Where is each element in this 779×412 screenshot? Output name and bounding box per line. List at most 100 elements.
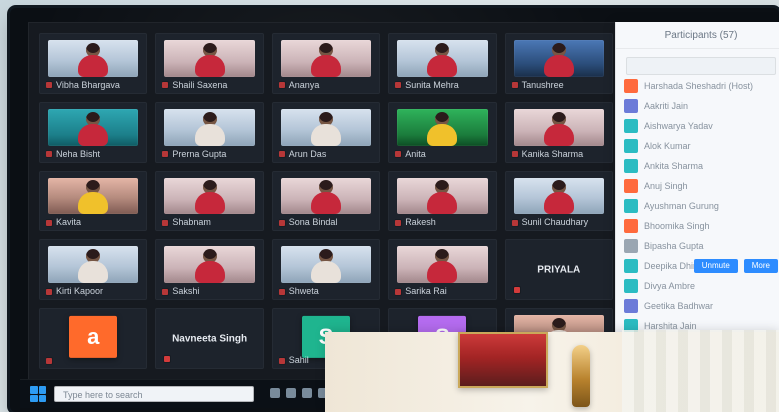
curtain [622,330,779,412]
participant-body [194,192,225,215]
participant-name-text: Sona Bindal [288,217,338,228]
participant-body [194,123,225,146]
trophy-decoration [572,345,590,407]
participant-name-text: Arun Das [288,148,327,159]
participant-name-text: Kavita [56,217,82,228]
participant-badge [624,259,638,273]
mic-muted-icon [278,288,285,295]
participant-name-text: Sahil [288,354,309,365]
participant-list-name: Anuj Singh [644,181,688,191]
video-meeting: Vibha Bhargava Shaili Saxena Ananya Sunita … [28,22,624,380]
participant-tile[interactable]: Anita [388,101,497,163]
taskbar-app-icon[interactable] [270,388,280,398]
mic-muted-icon [162,82,169,89]
mic-muted-icon [46,151,52,158]
participant-list-item[interactable]: Ankita Sharma [624,156,778,176]
participant-tile[interactable]: Vibha Bhargava [39,33,148,94]
participant-badge [624,119,638,133]
participant-name-only: PRIYALA [537,264,581,276]
participant-person [309,180,343,215]
participant-tile[interactable]: Sona Bindal [271,170,381,232]
participant-tile[interactable]: Kanika Sharma [504,101,613,163]
participant-list-item[interactable]: Aakriti Jain [624,96,778,116]
participant-person [425,42,459,77]
participant-person [76,249,110,284]
participant-body [78,54,109,77]
participant-name: Sona Bindal [278,217,373,228]
taskbar-app-icon[interactable] [286,388,296,398]
participant-list-item[interactable]: Geetika Badhwar [624,296,778,316]
participant-list-name: Aakriti Jain [644,101,689,111]
participant-tile[interactable]: Rakesh [388,170,497,232]
participant-name: Kirti Kapoor [46,286,140,296]
participant-person [76,180,110,215]
participant-name-text: Shaili Saxena [172,79,228,90]
participant-list-item[interactable]: Bipasha Gupta [624,236,778,256]
participant-tile[interactable]: Kirti Kapoor [39,239,148,301]
participant-name-text: Sunita Mehra [405,79,459,90]
participant-person [542,42,576,77]
participant-list-item[interactable]: Harshada Sheshadri (Host) [624,76,778,96]
participant-name-text: Rakesh [405,217,436,228]
participant-list-item[interactable]: Anuj Singh [624,176,778,196]
participant-list-item[interactable]: Divya Ambre [624,276,778,296]
participant-body [194,261,225,284]
taskbar-app-icon[interactable] [302,388,312,398]
participant-name: Sunita Mehra [395,80,489,90]
windows-start-icon[interactable] [30,386,46,402]
participants-panel: Participants (57) Harshada Sheshadri (Ho… [615,22,779,338]
participant-list-item[interactable]: Ayushman Gurung [624,196,778,216]
mic-muted-icon [395,82,402,89]
participant-name: Sakshi [162,286,256,296]
participant-tile[interactable]: Navneeta Singh [155,308,264,369]
participant-list-name: Ayushman Gurung [644,201,719,211]
participant-list-item[interactable]: Bhoomika Singh [624,216,778,236]
participant-person [76,42,110,77]
participant-tile[interactable]: Prerna Gupta [155,101,264,163]
participant-tile[interactable]: a [39,308,148,369]
participant-name-text: Shweta [288,286,319,297]
participant-person [309,42,343,77]
participants-search[interactable] [626,57,776,75]
taskbar-search-box[interactable]: Type here to search [54,386,254,402]
mic-muted-icon [278,220,285,227]
participant-person [193,111,227,146]
participant-tile[interactable]: Sakshi [155,239,264,301]
participant-badge [624,279,638,293]
mic-muted-icon [164,355,171,362]
participant-tile[interactable]: Sarika Rai [388,239,497,301]
participant-actions: Unmute More [693,259,778,273]
participant-tile[interactable]: Sunil Chaudhary [504,170,613,232]
participant-body [543,123,574,146]
participant-person [542,111,576,146]
participant-badge [624,99,638,113]
participant-body [543,54,574,77]
participant-tile[interactable]: Ananya [271,33,381,94]
participant-tile[interactable]: Shweta [271,239,381,301]
participant-tile[interactable]: Sunita Mehra [388,33,497,94]
participant-tile[interactable]: PRIYALA [504,239,613,301]
participant-badge [624,79,638,93]
participant-tile[interactable]: Shabnam [155,170,264,232]
participant-name-text: Neha Bisht [56,148,101,159]
participant-list-item[interactable]: Alok Kumar [624,136,778,156]
mic-muted-icon [162,151,169,158]
participant-tile[interactable]: Shaili Saxena [155,33,264,94]
participant-tile[interactable]: Kavita [39,170,148,232]
participant-tile[interactable]: Neha Bisht [39,101,148,163]
participant-list-name: Aishwarya Yadav [644,121,713,131]
participant-body [78,261,109,284]
unmute-button[interactable]: Unmute [693,259,738,273]
participant-body [310,54,341,77]
participant-tile[interactable]: Arun Das [271,101,381,163]
participant-tile[interactable]: Tanushree [504,33,613,94]
more-button[interactable]: More [743,259,778,273]
participants-title: Participants (57) [616,22,779,49]
participants-list: Harshada Sheshadri (Host) Aakriti Jain Ais… [616,76,779,338]
participant-list-item[interactable]: Deepika Dhingra Unmute More [624,256,778,276]
windows-logo-tile [30,386,38,394]
participant-list-item[interactable]: Aishwarya Yadav [624,116,778,136]
participant-person [76,111,110,146]
participant-name-text: Sunil Chaudhary [521,217,589,228]
participant-body [427,261,458,284]
